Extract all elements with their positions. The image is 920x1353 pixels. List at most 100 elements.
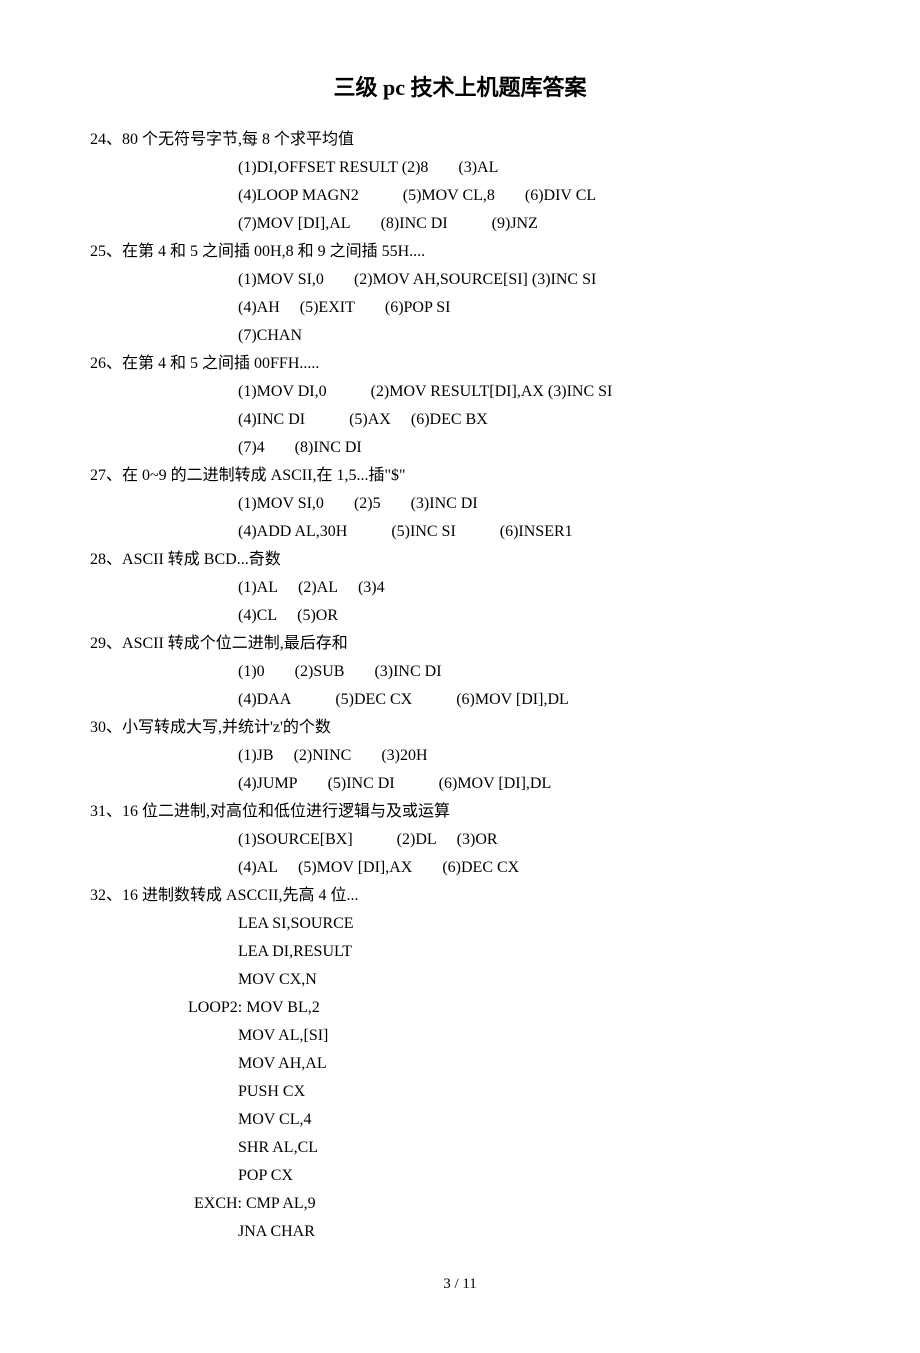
answer-item: (5)DEC CX xyxy=(335,691,412,708)
answer-item: (5)MOV CL,8 xyxy=(403,187,495,204)
answer-item: (7)4 xyxy=(238,439,265,456)
answer-line: (1)MOV DI,0 (2)MOV RESULT[DI],AX (3)INC S… xyxy=(238,378,830,406)
answer-item: (8)INC DI xyxy=(295,439,362,456)
answer-item: (2)8 xyxy=(402,159,429,176)
page-title: 三级 pc 技术上机题库答案 xyxy=(90,70,830,102)
code-line: LEA SI,SOURCE xyxy=(238,910,830,938)
answer-line: (4)LOOP MAGN2(5)MOV CL,8(6)DIV CL xyxy=(238,182,830,210)
answer-line: (7)MOV [DI],AL(8)INC DI(9)JNZ xyxy=(238,210,830,238)
answer-line: (7)CHAN xyxy=(238,322,830,350)
question-header: 26、在第 4 和 5 之间插 00FFH..... xyxy=(178,350,830,378)
answer-item: (4)JUMP xyxy=(238,775,298,792)
answer-item: (1)DI,OFFSET RESULT xyxy=(238,159,398,176)
question-header: 28、ASCII 转成 BCD...奇数 xyxy=(178,546,830,574)
answer-item: (8)INC DI xyxy=(381,215,448,232)
answer-item: (2)AL xyxy=(298,579,338,596)
question-desc: 16 进制数转成 ASCCII,先高 4 位... xyxy=(122,887,358,904)
answer-item: (2)DL xyxy=(397,831,437,848)
code-line: MOV CL,4 xyxy=(238,1106,830,1134)
code-line: MOV CX,N xyxy=(238,966,830,994)
question-header: 24、80 个无符号字节,每 8 个求平均值 xyxy=(178,126,830,154)
answer-item: (2)NINC xyxy=(294,747,352,764)
code-label: EXCH: xyxy=(194,1195,242,1212)
answer-item: (5)OR xyxy=(297,607,338,624)
answer-item: (5)AX xyxy=(349,411,391,428)
question-number: 32、 xyxy=(90,887,122,904)
answer-item: (4)INC DI xyxy=(238,411,305,428)
answer-item: (1)MOV DI,0 xyxy=(238,383,327,400)
answer-item: (3)INC SI xyxy=(548,383,612,400)
answer-item: (5)EXIT xyxy=(300,299,355,316)
question-number: 29、 xyxy=(90,635,122,652)
question-desc: 在 0~9 的二进制转成 ASCII,在 1,5...插"$" xyxy=(122,467,406,484)
answer-line: (1)0(2)SUB(3)INC DI xyxy=(238,658,830,686)
document-body: 24、80 个无符号字节,每 8 个求平均值 (1)DI,OFFSET RESU… xyxy=(90,126,830,1246)
question-header: 29、ASCII 转成个位二进制,最后存和 xyxy=(178,630,830,658)
code-line: MOV AH,AL xyxy=(238,1050,830,1078)
answer-item: (3)AL xyxy=(458,159,498,176)
answer-item: (3)INC SI xyxy=(532,271,596,288)
question-desc: 在第 4 和 5 之间插 00H,8 和 9 之间插 55H.... xyxy=(122,243,425,260)
code-line: LEA DI,RESULT xyxy=(238,938,830,966)
answer-line: (1)MOV SI,0(2)5(3)INC DI xyxy=(238,490,830,518)
answer-item: (6)INSER1 xyxy=(500,523,573,540)
answer-line: (4)INC DI (5)AX (6)DEC BX xyxy=(238,406,830,434)
question-number: 25、 xyxy=(90,243,122,260)
answer-item: (6)MOV [DI],DL xyxy=(456,691,569,708)
question-header: 30、小写转成大写,并统计'z'的个数 xyxy=(178,714,830,742)
answer-item: (3)4 xyxy=(358,579,385,596)
answer-item: (6)POP SI xyxy=(385,299,451,316)
answer-item: (1)MOV SI,0 xyxy=(238,495,324,512)
code-text: MOV BL,2 xyxy=(246,999,320,1016)
answer-item: (1)MOV SI,0 xyxy=(238,271,324,288)
answer-item: (7)CHAN xyxy=(238,327,302,344)
question-header: 31、16 位二进制,对高位和低位进行逻辑与及或运算 xyxy=(178,798,830,826)
question-desc: ASCII 转成 BCD...奇数 xyxy=(122,551,281,568)
answer-item: (2)SUB xyxy=(295,663,345,680)
answer-item: (2)5 xyxy=(354,495,381,512)
answer-item: (4)ADD AL,30H xyxy=(238,523,347,540)
answer-line: (4)AH (5)EXIT (6)POP SI xyxy=(238,294,830,322)
answer-item: (1)SOURCE[BX] xyxy=(238,831,353,848)
code-line: MOV AL,[SI] xyxy=(238,1022,830,1050)
question-desc: ASCII 转成个位二进制,最后存和 xyxy=(122,635,348,652)
answer-line: (4)DAA (5)DEC CX (6)MOV [DI],DL xyxy=(238,686,830,714)
code-line: PUSH CX xyxy=(238,1078,830,1106)
question-number: 24、 xyxy=(90,131,122,148)
code-line-label: LOOP2: MOV BL,2 xyxy=(188,994,830,1022)
question-desc: 在第 4 和 5 之间插 00FFH..... xyxy=(122,355,319,372)
code-line: POP CX xyxy=(238,1162,830,1190)
answer-item: (3)20H xyxy=(381,747,427,764)
question-number: 31、 xyxy=(90,803,122,820)
question-number: 26、 xyxy=(90,355,122,372)
answer-item: (2)MOV RESULT[DI],AX xyxy=(371,383,544,400)
answer-item: (6)DIV CL xyxy=(525,187,596,204)
answer-item: (1)JB xyxy=(238,747,274,764)
answer-line: (4)CL (5)OR xyxy=(238,602,830,630)
code-line-label: EXCH: CMP AL,9 xyxy=(194,1190,830,1218)
page-number: 3 / 11 xyxy=(90,1276,830,1293)
answer-item: (4)AH xyxy=(238,299,280,316)
question-header: 32、16 进制数转成 ASCCII,先高 4 位... xyxy=(178,882,830,910)
question-number: 30、 xyxy=(90,719,122,736)
answer-line: (1)MOV SI,0 (2)MOV AH,SOURCE[SI] (3)INC S… xyxy=(238,266,830,294)
answer-item: (5)INC SI xyxy=(391,523,455,540)
answer-item: (3)INC DI xyxy=(374,663,441,680)
answer-item: (6)DEC BX xyxy=(411,411,488,428)
answer-item: (4)DAA xyxy=(238,691,291,708)
code-label: LOOP2: xyxy=(188,999,242,1016)
answer-item: (1)AL xyxy=(238,579,278,596)
answer-item: (6)DEC CX xyxy=(442,859,519,876)
question-number: 28、 xyxy=(90,551,122,568)
question-desc: 小写转成大写,并统计'z'的个数 xyxy=(122,719,331,736)
answer-line: (1)AL (2)AL (3)4 xyxy=(238,574,830,602)
code-text: CMP AL,9 xyxy=(246,1195,316,1212)
answer-item: (4)CL xyxy=(238,607,277,624)
answer-item: (7)MOV [DI],AL xyxy=(238,215,351,232)
answer-item: (3)OR xyxy=(457,831,498,848)
answer-line: (1)DI,OFFSET RESULT (2)8 (3)AL xyxy=(238,154,830,182)
answer-item: (2)MOV AH,SOURCE[SI] xyxy=(354,271,528,288)
answer-line: (7)4 (8)INC DI xyxy=(238,434,830,462)
code-line: JNA CHAR xyxy=(238,1218,830,1246)
answer-item: (4)AL xyxy=(238,859,278,876)
